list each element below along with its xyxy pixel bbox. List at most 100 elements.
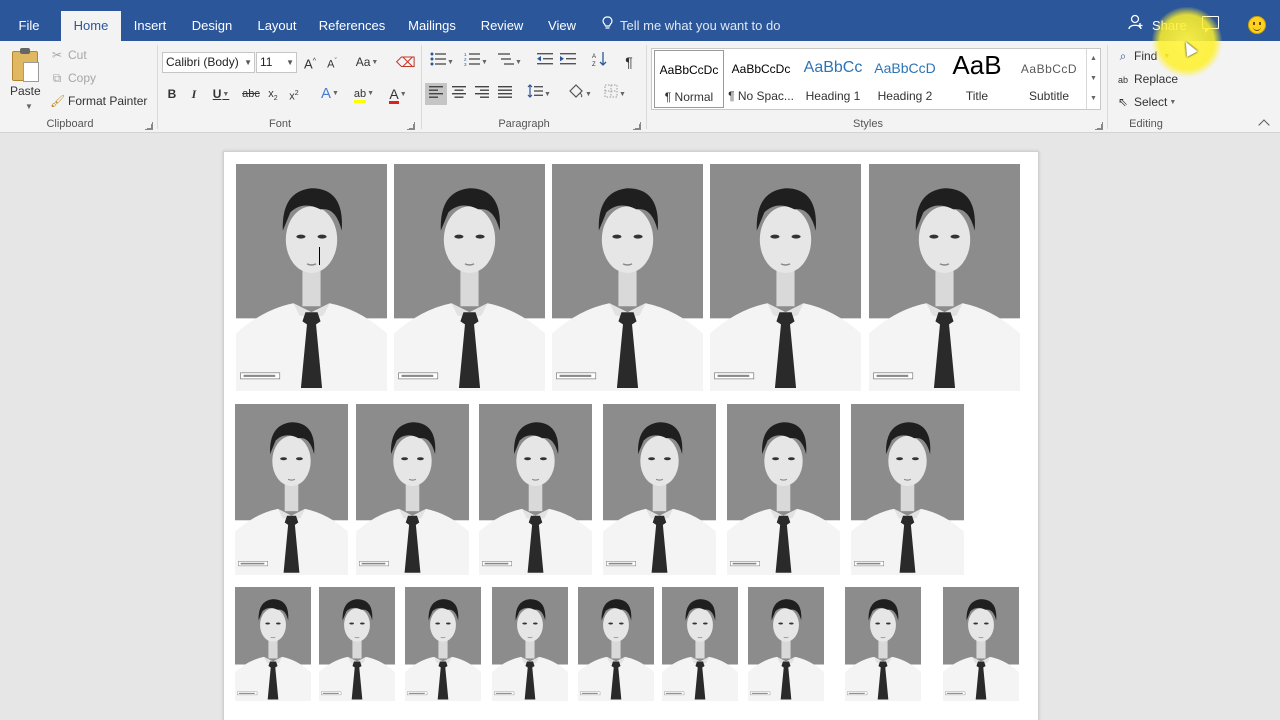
passport-photo[interactable]: [405, 587, 481, 701]
style-no-spacing[interactable]: AaBbCcDc ¶ No Spac...: [726, 50, 796, 108]
style-name: Heading 1: [805, 89, 861, 103]
tab-mailings[interactable]: Mailings: [403, 0, 461, 41]
passport-photo[interactable]: [479, 404, 592, 575]
find-label: Find: [1134, 49, 1158, 63]
bold-button[interactable]: B: [164, 83, 180, 105]
shading-button[interactable]: ▼: [565, 83, 595, 105]
align-left-button[interactable]: [425, 83, 447, 105]
passport-photo[interactable]: [845, 587, 921, 701]
underline-button[interactable]: U▼: [208, 83, 234, 105]
tab-review[interactable]: Review: [477, 0, 527, 41]
bullets-button[interactable]: ▼: [427, 51, 457, 73]
align-right-button[interactable]: [471, 83, 493, 105]
format-painter-button[interactable]: 🖌 Format Painter: [50, 92, 147, 110]
tab-design[interactable]: Design: [187, 0, 237, 41]
paragraph-dialog-launcher-icon[interactable]: [633, 122, 641, 130]
passport-photo[interactable]: [710, 164, 861, 391]
replace-button[interactable]: ab Replace: [1116, 69, 1178, 89]
copy-button[interactable]: ⧉ Copy: [50, 69, 96, 87]
passport-photo[interactable]: [662, 587, 738, 701]
paragraph-group-label: Paragraph: [498, 118, 550, 130]
multilevel-list-button[interactable]: ▼: [495, 51, 525, 73]
decrease-indent-button[interactable]: [535, 51, 555, 73]
subscript-button[interactable]: x2: [265, 83, 281, 105]
passport-photo[interactable]: [851, 404, 964, 575]
collapse-ribbon-icon[interactable]: [1258, 119, 1270, 131]
styles-dialog-launcher-icon[interactable]: [1095, 122, 1103, 130]
sort-button[interactable]: AZ: [590, 51, 610, 73]
numbering-button[interactable]: 1 2 3 ▼: [461, 51, 491, 73]
gallery-more-icon[interactable]: ▼: [1086, 89, 1100, 109]
paste-button[interactable]: Paste ▼: [6, 48, 46, 115]
style-heading-1[interactable]: AaBbCc Heading 1: [798, 50, 868, 108]
passport-photo[interactable]: [578, 587, 654, 701]
replace-icon: ab: [1117, 75, 1128, 85]
show-formatting-marks-button[interactable]: ¶: [619, 51, 639, 73]
clear-formatting-icon[interactable]: ⌫: [396, 51, 416, 73]
font-name-combo[interactable]: Calibri (Body) ▼: [162, 52, 255, 73]
document-page[interactable]: [223, 151, 1039, 720]
passport-photo[interactable]: [319, 587, 395, 701]
style-name: Heading 2: [877, 89, 933, 103]
tab-layout[interactable]: Layout: [252, 0, 302, 41]
borders-button[interactable]: ▼: [600, 83, 630, 105]
cut-button[interactable]: ✂ Cut: [50, 46, 87, 64]
grow-font-button[interactable]: A^: [302, 51, 318, 73]
superscript-button[interactable]: x2: [286, 83, 302, 105]
style-subtitle[interactable]: AaBbCcD Subtitle: [1014, 50, 1084, 108]
tab-insert[interactable]: Insert: [128, 0, 172, 41]
passport-photo[interactable]: [492, 587, 568, 701]
chevron-down-icon: ▼: [244, 58, 252, 67]
document-area[interactable]: [0, 134, 1280, 720]
align-center-button[interactable]: [448, 83, 470, 105]
shrink-font-button[interactable]: Aˇ: [324, 51, 340, 73]
share-button[interactable]: Share: [1128, 0, 1187, 41]
font-color-button[interactable]: A▼: [383, 83, 413, 105]
passport-photo[interactable]: [869, 164, 1020, 391]
passport-photo[interactable]: [943, 587, 1019, 701]
cut-label: Cut: [68, 48, 87, 62]
copy-label: Copy: [68, 71, 97, 85]
tell-me-search[interactable]: Tell me what you want to do: [602, 0, 780, 41]
passport-photo[interactable]: [356, 404, 469, 575]
feedback-smiley-icon[interactable]: [1248, 16, 1266, 34]
passport-photo[interactable]: [603, 404, 716, 575]
justify-button[interactable]: [494, 83, 516, 105]
style-heading-2[interactable]: AaBbCcD Heading 2: [870, 50, 940, 108]
style-preview: AaBbCcD: [874, 60, 936, 76]
passport-photo[interactable]: [552, 164, 703, 391]
font-dialog-launcher-icon[interactable]: [407, 122, 415, 130]
text-effects-button[interactable]: A▼: [316, 83, 344, 105]
comments-icon[interactable]: [1202, 16, 1219, 33]
italic-button[interactable]: I: [186, 83, 202, 105]
highlight-color-button[interactable]: ab▼: [349, 83, 379, 105]
tab-home[interactable]: Home: [61, 11, 121, 41]
tab-view[interactable]: View: [543, 0, 581, 41]
increase-indent-button[interactable]: [558, 51, 578, 73]
passport-photo[interactable]: [235, 404, 348, 575]
passport-photo[interactable]: [235, 587, 311, 701]
font-size-combo[interactable]: 11 ▼: [256, 52, 297, 73]
chevron-down-icon: ▼: [25, 102, 33, 111]
editing-group-label: Editing: [1129, 118, 1163, 130]
gallery-scroll-up-icon[interactable]: ▲: [1086, 49, 1100, 69]
strikethrough-button[interactable]: abc: [240, 83, 262, 105]
style-normal[interactable]: AaBbCcDc ¶ Normal: [654, 50, 724, 108]
style-title[interactable]: AaB Title: [942, 50, 1012, 108]
paste-icon: [12, 48, 39, 82]
gallery-scroll-down-icon[interactable]: ▼: [1086, 69, 1100, 89]
style-preview: AaBbCcDc: [659, 63, 719, 77]
clipboard-dialog-launcher-icon[interactable]: [145, 122, 153, 130]
select-button[interactable]: ⇖ Select ▼: [1116, 92, 1176, 112]
line-spacing-button[interactable]: ▼: [524, 83, 554, 105]
passport-photo[interactable]: [394, 164, 545, 391]
passport-photo[interactable]: [236, 164, 387, 391]
styles-group-label: Styles: [853, 118, 883, 130]
tab-references[interactable]: References: [318, 0, 386, 41]
passport-photo[interactable]: [748, 587, 824, 701]
style-preview: AaBbCcD: [1020, 62, 1078, 76]
tab-file[interactable]: File: [10, 0, 48, 41]
change-case-button[interactable]: Aa▼: [353, 51, 381, 73]
passport-photo[interactable]: [727, 404, 840, 575]
find-button[interactable]: ⌕ Find ▼: [1116, 46, 1171, 66]
